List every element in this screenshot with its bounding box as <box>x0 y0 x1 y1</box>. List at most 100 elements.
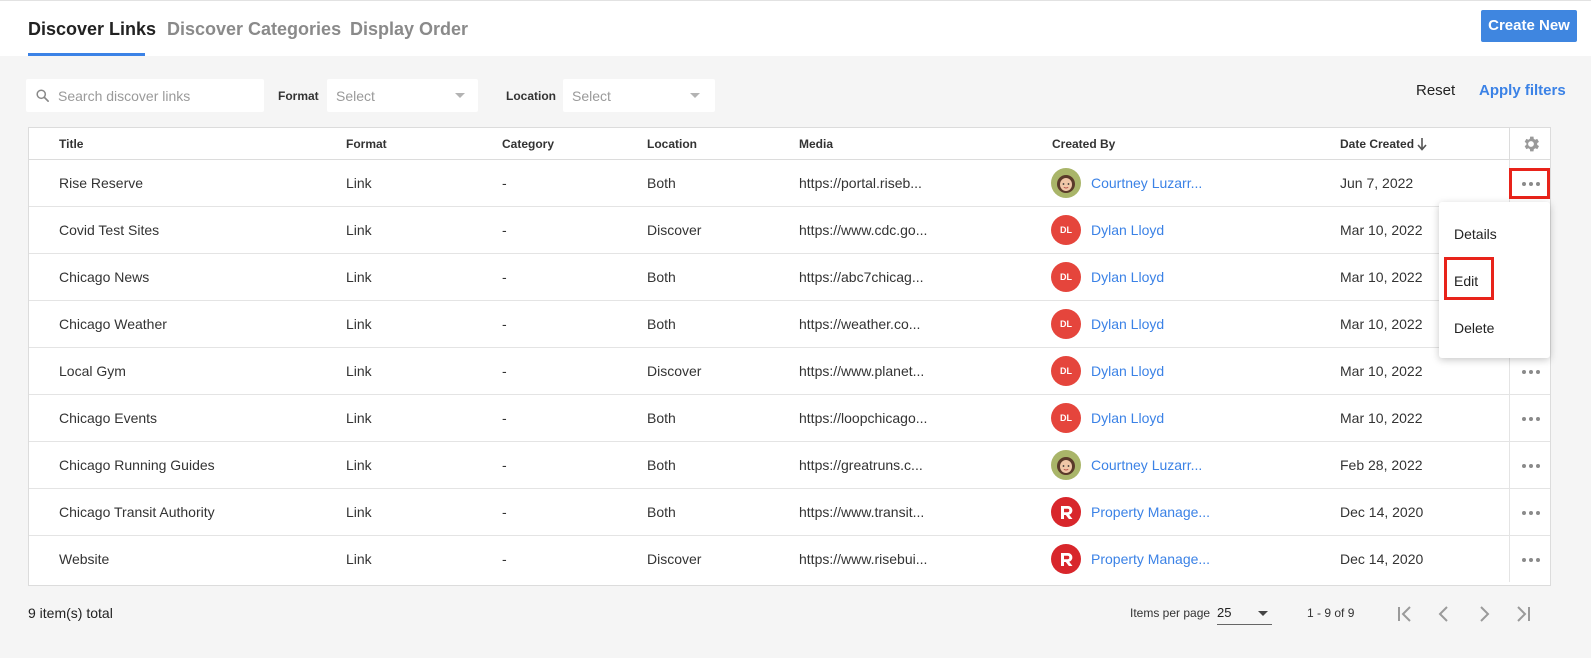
table-row[interactable]: Chicago Transit Authority Link - Both ht… <box>29 489 1550 536</box>
more-horizontal-icon[interactable] <box>1522 503 1540 521</box>
cell-category: - <box>502 222 507 238</box>
reset-button[interactable]: Reset <box>1416 82 1455 99</box>
creator-link[interactable]: Courtney Luzarr... <box>1091 457 1202 473</box>
chevron-down-icon <box>1258 611 1268 616</box>
creator-link[interactable]: Dylan Lloyd <box>1091 410 1164 426</box>
table-row[interactable]: Local Gym Link - Discover https://www.pl… <box>29 348 1550 395</box>
creator-link[interactable]: Property Manage... <box>1091 504 1210 520</box>
table-row[interactable]: Covid Test Sites Link - Discover https:/… <box>29 207 1550 254</box>
next-page-icon[interactable] <box>1472 603 1496 625</box>
cell-title: Rise Reserve <box>59 175 144 191</box>
cell-media: https://www.transit... <box>799 504 925 520</box>
search-icon <box>35 88 50 106</box>
cell-date: Mar 10, 2022 <box>1340 316 1423 332</box>
row-actions-cell <box>1509 395 1550 441</box>
table-row[interactable]: Chicago Running Guides Link - Both https… <box>29 442 1550 489</box>
cell-location: Both <box>647 504 676 520</box>
cell-category: - <box>502 457 507 473</box>
table-row[interactable]: Website Link - Discover https://www.rise… <box>29 536 1550 583</box>
apply-filters-button[interactable]: Apply filters <box>1479 82 1566 99</box>
search-box[interactable] <box>26 79 264 112</box>
items-total: 9 item(s) total <box>28 605 113 621</box>
cell-format: Link <box>346 316 372 332</box>
cell-format: Link <box>346 175 372 191</box>
column-settings-cell <box>1509 128 1550 160</box>
cell-date: Mar 10, 2022 <box>1340 222 1423 238</box>
cell-location: Both <box>647 457 676 473</box>
discover-links-table: Title Format Category Location Media Cre… <box>28 127 1551 586</box>
table-row[interactable]: Chicago Events Link - Both https://loopc… <box>29 395 1550 442</box>
cell-category: - <box>502 504 507 520</box>
items-per-page-select[interactable]: 25 <box>1217 603 1272 625</box>
cell-date: Feb 28, 2022 <box>1340 457 1423 473</box>
tab-discover-categories[interactable]: Discover Categories <box>167 19 341 40</box>
cell-date: Mar 10, 2022 <box>1340 269 1423 285</box>
avatar <box>1051 450 1081 480</box>
format-select[interactable]: Select <box>327 79 478 112</box>
creator-link[interactable]: Dylan Lloyd <box>1091 316 1164 332</box>
menu-item-delete[interactable]: Delete <box>1454 320 1494 336</box>
cell-title: Local Gym <box>59 363 126 379</box>
format-filter-label: Format <box>278 89 319 103</box>
more-horizontal-icon[interactable] <box>1522 456 1540 474</box>
cell-title: Covid Test Sites <box>59 222 160 238</box>
location-select-value: Select <box>572 88 611 104</box>
first-page-icon[interactable] <box>1393 603 1417 625</box>
table-row[interactable]: Chicago News Link - Both https://abc7chi… <box>29 254 1550 301</box>
avatar: DL <box>1051 356 1081 386</box>
avatar <box>1051 168 1081 198</box>
creator-link[interactable]: Dylan Lloyd <box>1091 222 1164 238</box>
create-new-button[interactable]: Create New <box>1481 10 1577 42</box>
cell-date: Mar 10, 2022 <box>1340 410 1423 426</box>
cell-title: Website <box>59 551 110 567</box>
cell-format: Link <box>346 551 372 567</box>
gear-icon[interactable] <box>1521 134 1541 154</box>
creator-link[interactable]: Dylan Lloyd <box>1091 269 1164 285</box>
cell-location: Both <box>647 410 676 426</box>
cell-media: https://greatruns.c... <box>799 457 923 473</box>
column-header-created-by[interactable]: Created By <box>1052 137 1115 151</box>
cell-date: Dec 14, 2020 <box>1340 551 1424 567</box>
tab-discover-links[interactable]: Discover Links <box>28 19 156 40</box>
more-horizontal-icon[interactable] <box>1522 362 1540 380</box>
column-header-category[interactable]: Category <box>502 137 554 151</box>
cell-media: https://portal.riseb... <box>799 175 922 191</box>
column-header-location[interactable]: Location <box>647 137 697 151</box>
last-page-icon[interactable] <box>1511 603 1535 625</box>
creator-link[interactable]: Dylan Lloyd <box>1091 363 1164 379</box>
column-header-title[interactable]: Title <box>59 137 83 151</box>
column-header-media[interactable]: Media <box>799 137 833 151</box>
cell-category: - <box>502 551 507 567</box>
rise-logo-icon <box>1061 553 1073 566</box>
avatar: DL <box>1051 309 1081 339</box>
cell-title: Chicago Weather <box>59 316 167 332</box>
cell-media: https://www.risebui... <box>799 551 928 567</box>
arrow-down-icon[interactable] <box>1416 137 1428 154</box>
row-actions-cell <box>1509 489 1550 535</box>
cell-title: Chicago News <box>59 269 150 285</box>
active-tab-indicator <box>28 53 145 56</box>
cell-date: Dec 14, 2020 <box>1340 504 1424 520</box>
search-input[interactable] <box>58 79 258 112</box>
avatar: DL <box>1051 403 1081 433</box>
more-horizontal-icon[interactable] <box>1522 550 1540 568</box>
menu-item-details[interactable]: Details <box>1454 226 1497 242</box>
items-per-page-value: 25 <box>1217 605 1232 620</box>
column-header-date-created[interactable]: Date Created <box>1340 137 1414 151</box>
table-row[interactable]: Chicago Weather Link - Both https://weat… <box>29 301 1550 348</box>
cell-title: Chicago Running Guides <box>59 457 215 473</box>
creator-link[interactable]: Property Manage... <box>1091 551 1210 567</box>
creator-link[interactable]: Courtney Luzarr... <box>1091 175 1202 191</box>
cell-location: Discover <box>647 551 702 567</box>
table-row[interactable]: Rise Reserve Link - Both https://portal.… <box>29 160 1550 207</box>
format-select-value: Select <box>336 88 375 104</box>
cell-title: Chicago Events <box>59 410 158 426</box>
column-header-format[interactable]: Format <box>346 137 387 151</box>
location-filter-label: Location <box>506 89 556 103</box>
cell-date: Jun 7, 2022 <box>1340 175 1414 191</box>
previous-page-icon[interactable] <box>1432 603 1456 625</box>
more-horizontal-icon[interactable] <box>1522 409 1540 427</box>
location-select[interactable]: Select <box>563 79 715 112</box>
tab-display-order[interactable]: Display Order <box>350 19 468 40</box>
cell-category: - <box>502 316 507 332</box>
